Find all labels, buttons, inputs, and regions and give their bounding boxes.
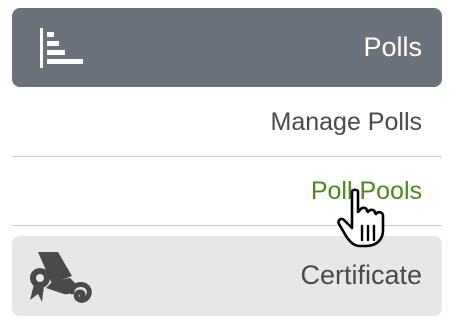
certificate-label: Certificate [300,260,422,290]
side-menu: Polls Manage Polls Poll Pools Certificat… [0,0,454,324]
menu-item-poll-pools[interactable]: Poll Pools [12,157,442,226]
manage-polls-label: Manage Polls [270,108,422,136]
poll-pools-label: Poll Pools [310,177,422,205]
diploma-scroll-icon [30,252,92,303]
menu-item-certificate[interactable]: Certificate [12,236,442,316]
bar-chart-icon [40,28,83,68]
polls-menu-header[interactable]: Polls [12,8,442,87]
polls-header-label: Polls [363,32,422,62]
menu-item-manage-polls[interactable]: Manage Polls [12,88,442,157]
